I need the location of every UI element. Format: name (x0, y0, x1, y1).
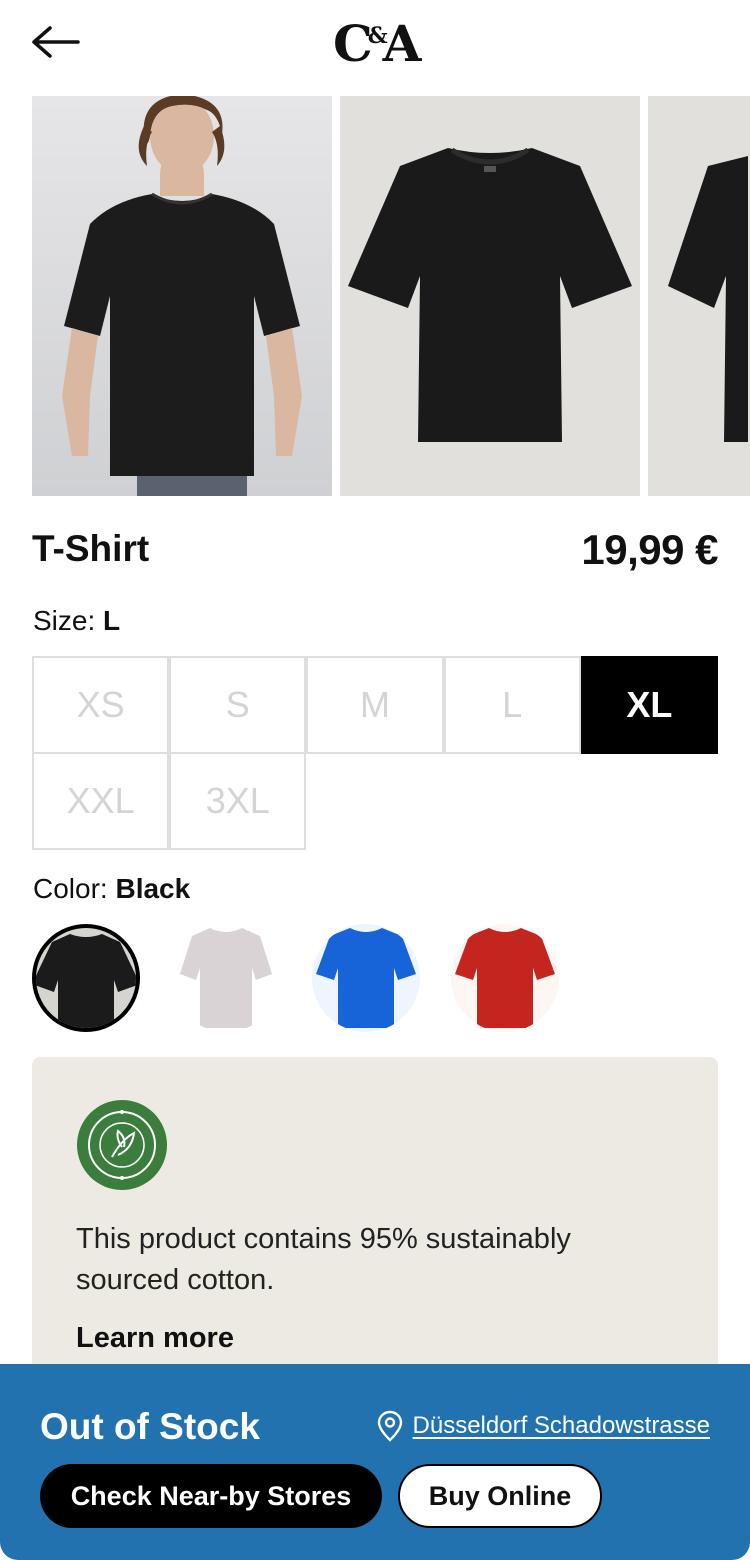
store-name[interactable]: Düsseldorf Schadowstrasse (413, 1412, 710, 1440)
selected-size-value: L (103, 605, 121, 636)
size-option-m[interactable]: M (306, 656, 444, 754)
size-option-xxl[interactable]: XXL (32, 752, 170, 850)
product-image-front[interactable] (340, 96, 640, 496)
brand-logo[interactable]: C&A (333, 14, 421, 73)
product-price: 19,99 € (581, 526, 718, 573)
back-button[interactable] (30, 22, 82, 62)
bio-cotton-badge-icon (76, 1099, 168, 1191)
tshirt-partial-illustration (668, 156, 748, 442)
product-image-back[interactable] (648, 96, 750, 496)
color-swatch-black[interactable] (32, 924, 140, 1032)
model-photo-illustration (62, 96, 302, 496)
size-option-s[interactable]: S (169, 656, 307, 754)
tshirt-black-icon (36, 934, 136, 1028)
location-pin-icon (377, 1410, 402, 1442)
size-option-xs[interactable]: XS (32, 656, 170, 754)
sustainability-text: This product contains 95% sustainably so… (76, 1223, 571, 1296)
size-option-3xl[interactable]: 3XL (169, 752, 307, 850)
arrow-left-icon (32, 26, 80, 58)
product-title: T-Shirt (32, 528, 150, 569)
availability-panel: Out of Stock Düsseldorf Schadowstrasse C… (0, 1364, 750, 1560)
size-label: Size: L (33, 605, 121, 636)
tshirt-front-illustration (348, 147, 632, 442)
buy-online-button[interactable]: Buy Online (398, 1464, 602, 1528)
product-image-carousel[interactable] (0, 96, 750, 496)
size-option-xl[interactable]: XL (580, 656, 718, 754)
selected-color-value: Black (115, 873, 191, 904)
tshirt-red-icon (455, 928, 555, 1028)
top-bar: C&A (0, 0, 750, 90)
selected-store-link[interactable]: Düsseldorf Schadowstrasse (377, 1410, 710, 1442)
sustainability-card: This product contains 95% sustainably so… (32, 1057, 718, 1387)
tshirt-blue-icon (316, 928, 416, 1028)
color-swatch-light-grey[interactable] (172, 924, 280, 1032)
tshirt-grey-icon (180, 928, 272, 1028)
product-image-model[interactable] (32, 96, 332, 496)
check-nearby-stores-button[interactable]: Check Near-by Stores (40, 1464, 382, 1528)
learn-more-link[interactable]: Learn more (76, 1322, 234, 1355)
stock-status: Out of Stock (40, 1406, 260, 1447)
color-swatch-blue[interactable] (312, 924, 420, 1032)
size-option-l[interactable]: L (443, 656, 581, 754)
color-swatch-red[interactable] (451, 924, 559, 1032)
color-label: Color: Black (33, 873, 191, 904)
